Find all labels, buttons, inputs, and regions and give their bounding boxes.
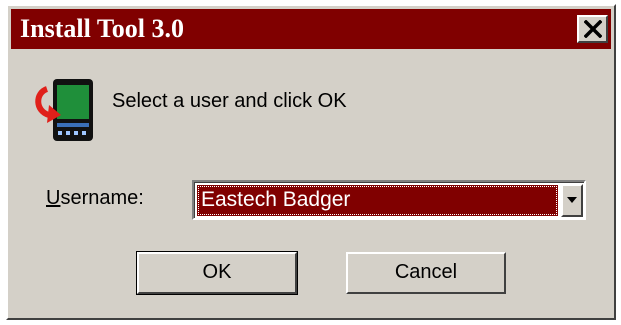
username-label-accelerator: U [46,187,61,209]
chevron-down-icon [567,197,577,203]
username-label: Username: [46,187,144,210]
username-label-text: sername: [60,187,144,209]
window-title: Install Tool 3.0 [20,14,185,43]
title-bar[interactable]: Install Tool 3.0 [11,9,611,49]
dropdown-arrow-button[interactable] [561,184,583,217]
close-button[interactable] [577,15,608,43]
username-dropdown[interactable]: Eastech Badger [192,180,586,220]
cancel-button[interactable]: Cancel [346,252,506,294]
handheld-device-sync-icon [35,79,93,141]
username-selected-value[interactable]: Eastech Badger [197,185,558,216]
instruction-text: Select a user and click OK [112,90,347,112]
install-tool-dialog: Install Tool 3.0 Select a user and click… [6,4,616,320]
ok-button[interactable]: OK [136,251,298,295]
username-dropdown-frame: Eastech Badger [194,182,584,218]
close-icon [584,20,602,38]
